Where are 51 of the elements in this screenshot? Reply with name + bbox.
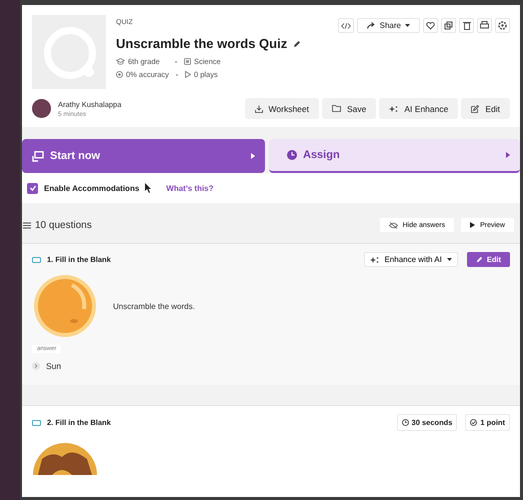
blank-field-icon bbox=[32, 256, 41, 262]
question-text: Unscramble the words. bbox=[113, 302, 195, 310]
sun-drawing bbox=[32, 275, 98, 337]
quiz-title: Unscramble the words Quiz bbox=[116, 36, 288, 51]
ai-enhance-button[interactable]: AI Enhance bbox=[379, 98, 458, 119]
mouse-cursor-icon bbox=[145, 183, 152, 193]
clock-icon bbox=[287, 150, 297, 160]
question-count: 10 questions bbox=[35, 220, 92, 230]
whats-this-link[interactable]: What's this? bbox=[166, 184, 214, 192]
separator-dot bbox=[176, 74, 178, 76]
edit-icon bbox=[471, 104, 480, 112]
share-button[interactable]: Share bbox=[356, 18, 420, 33]
edit-button[interactable]: Edit bbox=[461, 98, 510, 119]
code-icon bbox=[340, 22, 351, 28]
share-icon bbox=[366, 22, 376, 29]
list-icon bbox=[23, 222, 31, 228]
caret-icon bbox=[446, 258, 452, 261]
sparkle-icon bbox=[389, 104, 398, 112]
chevron-icon bbox=[32, 362, 40, 370]
embed-code-button[interactable] bbox=[338, 18, 354, 33]
accommodations-label: Enable Accommodations bbox=[44, 184, 140, 192]
answer-text: Sun bbox=[46, 361, 62, 371]
avatar bbox=[32, 99, 51, 118]
settings-icon[interactable] bbox=[495, 18, 510, 33]
folder-icon bbox=[332, 105, 342, 112]
start-now-button[interactable]: Start now bbox=[22, 139, 265, 173]
download-icon bbox=[254, 104, 263, 112]
accommodations-checkbox[interactable] bbox=[27, 182, 38, 194]
eye-slash-icon bbox=[388, 222, 398, 228]
target-icon bbox=[116, 71, 123, 78]
play-icon bbox=[506, 152, 510, 158]
print-icon[interactable] bbox=[477, 18, 492, 33]
sparkle-icon bbox=[370, 256, 380, 264]
clock-icon bbox=[402, 419, 409, 426]
check-circle-icon bbox=[470, 419, 478, 426]
graduation-cap-icon bbox=[116, 58, 125, 65]
assign-button[interactable]: Assign bbox=[269, 139, 520, 173]
worksheet-button[interactable]: Worksheet bbox=[244, 98, 320, 119]
separator-dot bbox=[175, 60, 177, 62]
enhance-with-ai-button[interactable]: Enhance with AI bbox=[364, 252, 458, 267]
play-icon bbox=[470, 222, 476, 228]
pencil-icon[interactable] bbox=[293, 40, 302, 48]
presentation-icon bbox=[32, 150, 44, 162]
pencil-icon bbox=[476, 256, 483, 263]
save-button[interactable]: Save bbox=[322, 98, 376, 119]
play-icon bbox=[251, 153, 255, 159]
blank-field-icon bbox=[32, 420, 41, 426]
copy-icon[interactable] bbox=[441, 18, 456, 33]
caret-icon bbox=[405, 24, 410, 27]
play-icon bbox=[184, 71, 191, 78]
trash-icon[interactable] bbox=[459, 18, 474, 33]
